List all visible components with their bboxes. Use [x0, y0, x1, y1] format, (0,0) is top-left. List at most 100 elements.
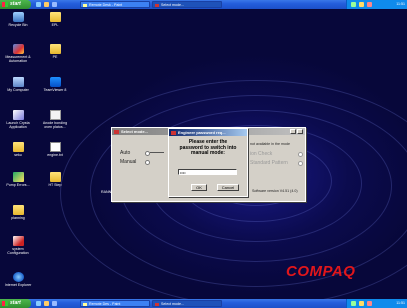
- text-file-icon: [49, 142, 61, 152]
- ok-button[interactable]: OK: [191, 184, 207, 191]
- app-icon: [114, 129, 119, 134]
- desktop-icon-ht-step[interactable]: HT Step: [40, 172, 70, 187]
- folder-icon: [12, 142, 24, 152]
- paint-icon: [83, 302, 87, 306]
- window-title: Select mode...: [121, 129, 148, 134]
- tray-network-icon[interactable]: [351, 301, 356, 306]
- desktop-icon-label: Launch Crysta Application: [6, 121, 30, 129]
- app-icon: [155, 302, 159, 306]
- taskbar-top: start Remote Desk - Paint Select mode...…: [0, 0, 407, 9]
- desktop-icon-label: Measurement & Automation: [5, 55, 31, 63]
- tray-security-icon[interactable]: [367, 301, 372, 306]
- password-field[interactable]: [178, 169, 237, 175]
- ion-check-radio[interactable]: [298, 152, 303, 157]
- desktop-icon-crysta[interactable]: Launch Crysta Application: [3, 110, 33, 129]
- task-label: Select mode...: [161, 3, 184, 7]
- desktop-icon-seku[interactable]: seku: [3, 142, 33, 157]
- desktop-icon-planning[interactable]: planning: [3, 205, 33, 220]
- password-dialog-titlebar[interactable]: Engineer password req...: [169, 129, 247, 136]
- desktop-icon-label: HT Step: [48, 183, 62, 187]
- computer-icon: [12, 77, 24, 87]
- option-ion-check: ion Check: [250, 151, 273, 157]
- measurement-icon: [12, 44, 24, 54]
- desktop-icon-pump-errors[interactable]: Pump Errors...: [3, 172, 33, 187]
- document-icon: [49, 110, 61, 120]
- tray-volume-icon[interactable]: [359, 2, 364, 7]
- taskbar-task[interactable]: Select mode...: [152, 1, 222, 8]
- quicklaunch-folder-icon[interactable]: [44, 301, 49, 306]
- taskbar-task[interactable]: Remote Desk - Paint: [80, 1, 150, 8]
- desktop-icon-anode-bonding[interactable]: Anode bonding oven platos...: [40, 110, 70, 129]
- cancel-button[interactable]: Cancel: [217, 184, 239, 191]
- folder-icon: [49, 172, 61, 182]
- start-label: start: [10, 300, 21, 306]
- quicklaunch-desktop-icon[interactable]: [52, 301, 57, 306]
- desktop-icon-label: TeamViewer 8: [43, 88, 67, 92]
- quicklaunch-ie-icon[interactable]: [36, 301, 41, 306]
- desktop-icon-label: seku: [14, 153, 22, 157]
- pump-icon: [12, 172, 24, 182]
- desktop-icon-label: planning: [11, 216, 25, 220]
- desktop-icon-label: EPL: [51, 23, 59, 27]
- partial-icon-label: RANN: [101, 190, 112, 194]
- manual-label: Manual: [120, 159, 137, 165]
- clock[interactable]: 11:51: [396, 0, 405, 9]
- desktop-icon-label: Pump Errors...: [6, 183, 30, 187]
- desktop-icon-label: Recycle Bin: [8, 23, 28, 27]
- desktop-icon-epl[interactable]: EPL: [40, 12, 70, 27]
- tray-network-icon[interactable]: [351, 2, 356, 7]
- config-icon: [12, 236, 24, 246]
- app-icon: [171, 130, 176, 135]
- taskbar-task[interactable]: Select mode...: [152, 300, 222, 307]
- manual-radio[interactable]: [145, 160, 150, 165]
- desktop-icon-engine-txt[interactable]: engine.txt: [40, 142, 70, 157]
- windows-logo-icon: [2, 301, 8, 306]
- system-tray: 11:51: [346, 299, 407, 308]
- desktop-icon-my-computer[interactable]: My Computer: [3, 77, 33, 92]
- tray-security-icon[interactable]: [367, 2, 372, 7]
- teamviewer-icon: [49, 77, 61, 87]
- desktop-icon-internet-explorer[interactable]: Internet Explorer: [3, 272, 33, 287]
- connector-line: [150, 152, 164, 153]
- taskbar-task[interactable]: Remote Des - Paint: [80, 300, 150, 307]
- standard-pattern-radio[interactable]: [298, 161, 303, 166]
- ie-icon: [12, 272, 24, 282]
- taskbar-bottom: start Remote Des - Paint Select mode... …: [0, 299, 407, 308]
- task-label: Remote Des - Paint: [89, 302, 121, 306]
- password-prompt: Please enter the password to switch into…: [179, 139, 237, 156]
- start-button[interactable]: start: [0, 0, 31, 9]
- desktop-icon-label: PE: [52, 55, 58, 59]
- desktop-icon-measurement[interactable]: Measurement & Automation: [3, 44, 33, 63]
- desktop-icon-label: engine.txt: [47, 153, 63, 157]
- option-standard-pattern: Standard Pattern: [250, 160, 288, 166]
- minimize-button[interactable]: [290, 129, 296, 134]
- version-text: Software version V4.51 (4.0): [252, 189, 298, 193]
- windows-logo-icon: [2, 2, 8, 7]
- quicklaunch-folder-icon[interactable]: [44, 2, 49, 7]
- folder-icon: [49, 12, 61, 22]
- system-tray: 11:51: [346, 0, 407, 9]
- desktop-icon-system-config[interactable]: system Configuration: [3, 236, 33, 255]
- quicklaunch-desktop-icon[interactable]: [52, 2, 57, 7]
- quicklaunch-ie-icon[interactable]: [36, 2, 41, 7]
- start-button[interactable]: start: [0, 299, 31, 308]
- desktop: Recycle Bin EPL Measurement & Automation…: [0, 0, 407, 308]
- close-button[interactable]: [297, 129, 303, 134]
- desktop-icon-teamviewer[interactable]: TeamViewer 8: [40, 77, 70, 92]
- desktop-icon-pe[interactable]: PE: [40, 44, 70, 59]
- tray-volume-icon[interactable]: [359, 301, 364, 306]
- paint-icon: [83, 3, 87, 7]
- folder-icon: [12, 205, 24, 215]
- task-label: Select mode...: [161, 302, 184, 306]
- compaq-logo: COMPAQ: [286, 263, 356, 280]
- folder-icon: [49, 44, 61, 54]
- app-icon: [155, 3, 159, 7]
- clock[interactable]: 11:51: [396, 299, 405, 308]
- desktop-icon-label: system Configuration: [7, 247, 29, 255]
- recycle-bin-icon: [12, 12, 24, 22]
- desktop-icon-recycle-bin[interactable]: Recycle Bin: [3, 12, 33, 27]
- desktop-icon-label: Internet Explorer: [4, 283, 32, 287]
- password-dialog: Engineer password req... Please enter th…: [168, 128, 248, 197]
- task-label: Remote Desk - Paint: [89, 3, 123, 7]
- info-text: not available in the mode: [250, 142, 290, 146]
